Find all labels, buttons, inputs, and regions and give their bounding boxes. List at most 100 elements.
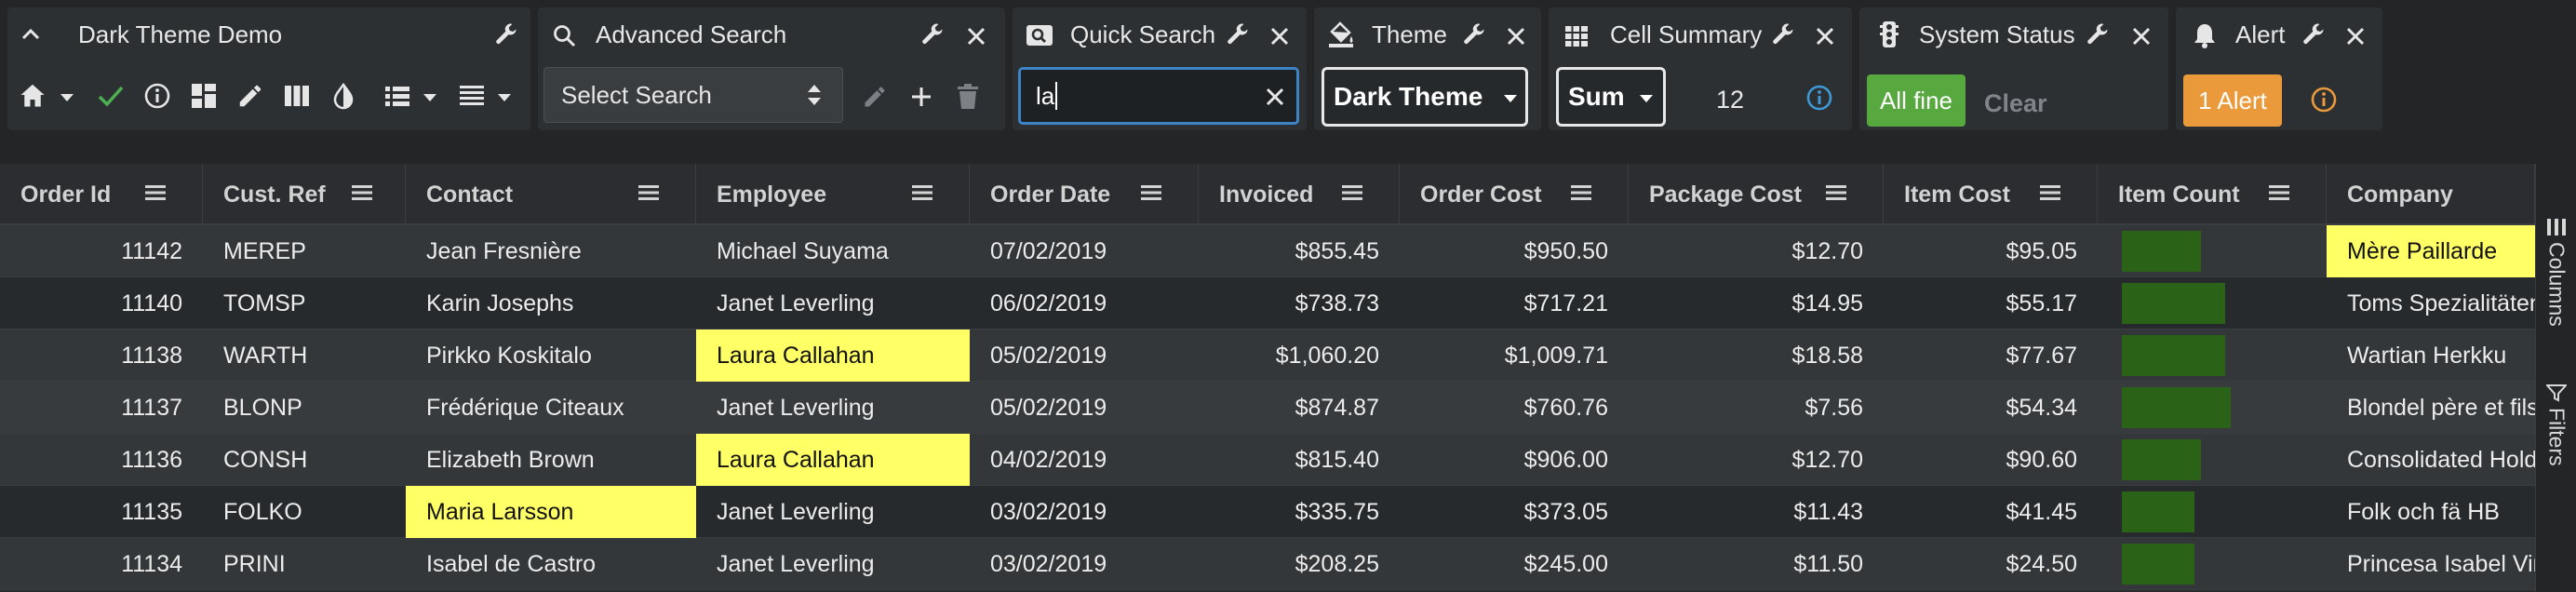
company-cell[interactable]: Consolidated Holdings (2327, 434, 2535, 486)
home-icon[interactable] (19, 82, 47, 108)
contact-cell[interactable]: Maria Larsson (406, 486, 696, 538)
employee-cell[interactable]: Laura Callahan (696, 434, 970, 486)
company-cell[interactable]: Wartian Herkku (2327, 330, 2535, 382)
column-menu-icon[interactable] (638, 184, 659, 201)
contact-cell[interactable]: Karin Josephs (406, 277, 696, 330)
advanced-search-select[interactable]: Select Search (543, 67, 843, 123)
column-menu-icon[interactable] (145, 184, 166, 201)
quick-search-input[interactable]: la (1018, 67, 1299, 125)
column-header-order-cost[interactable]: Order Cost (1400, 164, 1629, 225)
package-cost-cell[interactable]: $7.56 (1629, 382, 1884, 434)
column-menu-icon[interactable] (1342, 184, 1362, 201)
order-id-cell[interactable]: 11140 (0, 277, 203, 330)
item-cost-cell[interactable]: $54.34 (1884, 382, 2098, 434)
wrench-icon[interactable] (493, 22, 519, 48)
summary-operation-select[interactable]: Sum (1556, 67, 1666, 127)
item-count-cell[interactable] (2098, 382, 2327, 434)
order-cost-cell[interactable]: $950.50 (1400, 225, 1629, 277)
item-count-cell[interactable] (2098, 225, 2327, 277)
contact-cell[interactable]: Pirkko Koskitalo (406, 330, 696, 382)
cust-ref-cell[interactable]: FOLKO (203, 486, 406, 538)
table-row[interactable]: 11134 PRINI Isabel de Castro Janet Leverlin… (0, 538, 2535, 590)
order-id-cell[interactable]: 11142 (0, 225, 203, 277)
caret-down-icon[interactable] (497, 93, 512, 102)
order-date-cell[interactable]: 04/02/2019 (970, 434, 1199, 486)
invoiced-cell[interactable]: $208.25 (1199, 538, 1400, 590)
order-id-cell[interactable]: 11135 (0, 486, 203, 538)
order-id-cell[interactable]: 11138 (0, 330, 203, 382)
order-cost-cell[interactable]: $373.05 (1400, 486, 1629, 538)
close-icon[interactable] (966, 26, 986, 47)
column-header-company[interactable]: Company (2327, 164, 2535, 225)
invoiced-cell[interactable]: $1,060.20 (1199, 330, 1400, 382)
invoiced-cell[interactable]: $815.40 (1199, 434, 1400, 486)
company-cell[interactable]: Blondel père et fils (2327, 382, 2535, 434)
column-menu-icon[interactable] (2269, 184, 2289, 201)
company-cell[interactable]: Princesa Isabel Vinhos (2327, 538, 2535, 590)
table-row[interactable]: 11142 MEREP Jean Fresnière Michael Suyama 07… (0, 225, 2535, 277)
package-cost-cell[interactable]: $14.95 (1629, 277, 1884, 330)
employee-cell[interactable]: Michael Suyama (696, 225, 970, 277)
cust-ref-cell[interactable]: TOMSP (203, 277, 406, 330)
order-date-cell[interactable]: 03/02/2019 (970, 538, 1199, 590)
table-row[interactable]: 11140 TOMSP Karin Josephs Janet Leverling 06… (0, 277, 2535, 330)
package-cost-cell[interactable]: $18.58 (1629, 330, 1884, 382)
contact-cell[interactable]: Jean Fresnière (406, 225, 696, 277)
invoiced-cell[interactable]: $738.73 (1199, 277, 1400, 330)
item-count-cell[interactable] (2098, 330, 2327, 382)
item-cost-cell[interactable]: $77.67 (1884, 330, 2098, 382)
close-icon[interactable] (1506, 26, 1526, 47)
employee-cell[interactable]: Janet Leverling (696, 277, 970, 330)
info-icon[interactable] (143, 82, 171, 110)
caret-down-icon[interactable] (60, 93, 74, 102)
item-count-cell[interactable] (2098, 434, 2327, 486)
close-icon[interactable] (1269, 26, 1290, 47)
wrench-icon[interactable] (919, 22, 946, 48)
contact-cell[interactable]: Isabel de Castro (406, 538, 696, 590)
employee-cell[interactable]: Laura Callahan (696, 330, 970, 382)
employee-cell[interactable]: Janet Leverling (696, 382, 970, 434)
company-cell[interactable]: Toms Spezialitäten (2327, 277, 2535, 330)
contact-cell[interactable]: Elizabeth Brown (406, 434, 696, 486)
company-cell[interactable]: Folk och fä HB (2327, 486, 2535, 538)
layout-icon[interactable] (190, 82, 218, 110)
filters-tab[interactable]: Filters (2536, 383, 2576, 466)
item-cost-cell[interactable]: $24.50 (1884, 538, 2098, 590)
company-cell[interactable]: Mère Paillarde (2327, 225, 2535, 277)
cust-ref-cell[interactable]: BLONP (203, 382, 406, 434)
table-row[interactable]: 11138 WARTH Pirkko Koskitalo Laura Callahan… (0, 330, 2535, 382)
column-menu-icon[interactable] (1571, 184, 1591, 201)
wrench-icon[interactable] (1461, 22, 1487, 48)
list-icon[interactable] (383, 84, 411, 108)
plus-icon[interactable] (910, 86, 932, 108)
info-icon[interactable] (2310, 86, 2338, 114)
alert-button[interactable]: 1 Alert (2183, 74, 2282, 127)
column-header-cust-ref[interactable]: Cust. Ref (203, 164, 406, 225)
table-row[interactable]: 11136 CONSH Elizabeth Brown Laura Callahan 0… (0, 434, 2535, 486)
order-id-cell[interactable]: 11137 (0, 382, 203, 434)
order-cost-cell[interactable]: $906.00 (1400, 434, 1629, 486)
cust-ref-cell[interactable]: CONSH (203, 434, 406, 486)
wrench-icon[interactable] (2301, 22, 2327, 48)
order-date-cell[interactable]: 05/02/2019 (970, 330, 1199, 382)
column-header-invoiced[interactable]: Invoiced (1199, 164, 1400, 225)
wrench-icon[interactable] (2085, 22, 2111, 48)
order-cost-cell[interactable]: $760.76 (1400, 382, 1629, 434)
package-cost-cell[interactable]: $11.50 (1629, 538, 1884, 590)
item-cost-cell[interactable]: $95.05 (1884, 225, 2098, 277)
order-cost-cell[interactable]: $245.00 (1400, 538, 1629, 590)
order-date-cell[interactable]: 05/02/2019 (970, 382, 1199, 434)
column-menu-icon[interactable] (1141, 184, 1161, 201)
column-menu-icon[interactable] (2040, 184, 2060, 201)
employee-cell[interactable]: Janet Leverling (696, 538, 970, 590)
columns-tab[interactable]: Columns (2536, 218, 2576, 327)
package-cost-cell[interactable]: $12.70 (1629, 225, 1884, 277)
invoiced-cell[interactable]: $855.45 (1199, 225, 1400, 277)
clear-input-icon[interactable] (1265, 87, 1285, 107)
wrench-icon[interactable] (1770, 22, 1796, 48)
column-menu-icon[interactable] (1826, 184, 1846, 201)
order-cost-cell[interactable]: $717.21 (1400, 277, 1629, 330)
order-date-cell[interactable]: 06/02/2019 (970, 277, 1199, 330)
column-menu-icon[interactable] (352, 184, 372, 201)
table-row[interactable]: 11137 BLONP Frédérique Citeaux Janet Leverl… (0, 382, 2535, 434)
